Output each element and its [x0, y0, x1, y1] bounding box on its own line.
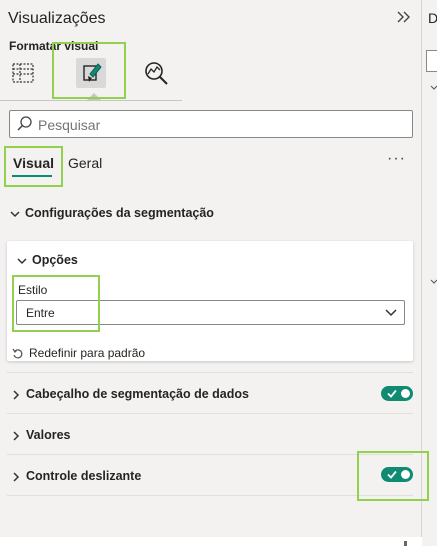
- chevron-down-icon[interactable]: [430, 84, 437, 92]
- check-icon: [387, 470, 397, 479]
- data-pane-edge: [422, 0, 437, 546]
- options-header[interactable]: Opções: [16, 253, 78, 267]
- search-input[interactable]: [36, 114, 410, 136]
- slicer-header-label: Cabeçalho de segmentação de dados: [26, 387, 249, 401]
- row-divider: [7, 372, 413, 373]
- horizontal-scrollbar[interactable]: [0, 537, 422, 546]
- data-pane-title-fragment: D: [428, 10, 437, 26]
- more-options-button[interactable]: ···: [387, 150, 406, 168]
- chevron-down-icon: [10, 211, 20, 217]
- tab-visual[interactable]: Visual: [13, 155, 54, 171]
- style-dropdown[interactable]: Entre: [16, 300, 405, 325]
- paintbrush-format-icon[interactable]: [76, 58, 106, 88]
- section-header-slicer-header[interactable]: Cabeçalho de segmentação de dados: [10, 387, 249, 401]
- visualizations-pane: Visualizações Formatar visual Pesquisar …: [0, 0, 422, 546]
- row-divider: [7, 495, 413, 496]
- analytics-magnifier-icon[interactable]: [141, 58, 171, 88]
- section-config-header[interactable]: Configurações da segmentação: [9, 206, 214, 220]
- chevron-down-icon[interactable]: [430, 278, 437, 286]
- style-dropdown-value: Entre: [26, 306, 55, 320]
- reset-icon: [12, 348, 23, 359]
- format-visual-label: Formatar visual: [9, 39, 99, 53]
- row-divider: [7, 413, 413, 414]
- slider-toggle[interactable]: [381, 467, 413, 482]
- table-build-icon[interactable]: [8, 58, 38, 88]
- section-config-label: Configurações da segmentação: [25, 206, 214, 220]
- pane-title: Visualizações: [8, 10, 106, 27]
- tab-geral[interactable]: Geral: [68, 155, 102, 171]
- section-header-slider[interactable]: Controle deslizante: [10, 469, 141, 483]
- toggle-knob: [401, 389, 410, 398]
- scrollbar-thumb[interactable]: [404, 541, 407, 546]
- search-icon: [17, 116, 32, 131]
- tab-visual-underline: [12, 175, 52, 177]
- chevron-down-icon: [17, 258, 27, 264]
- search-box[interactable]: [9, 110, 413, 138]
- values-label: Valores: [26, 428, 71, 442]
- style-label: Estilo: [18, 283, 48, 297]
- toggle-knob: [401, 470, 410, 479]
- check-icon: [387, 389, 397, 398]
- slicer-header-toggle[interactable]: [381, 386, 413, 401]
- reset-label: Redefinir para padrão: [29, 346, 146, 360]
- chevron-right-icon: [13, 431, 20, 441]
- tab-bar-divider: [0, 100, 182, 101]
- section-header-values[interactable]: Valores: [10, 428, 70, 442]
- reset-to-default-button[interactable]: Redefinir para padrão: [12, 346, 145, 360]
- slider-label: Controle deslizante: [26, 469, 142, 483]
- data-pane-search-fragment[interactable]: [426, 50, 437, 72]
- chevron-down-icon: [385, 309, 397, 317]
- chevron-right-icon: [13, 472, 20, 482]
- chevron-right-icon: [13, 390, 20, 400]
- row-divider: [7, 454, 413, 455]
- collapse-pane-icon[interactable]: [396, 8, 412, 29]
- options-label: Opções: [32, 253, 78, 267]
